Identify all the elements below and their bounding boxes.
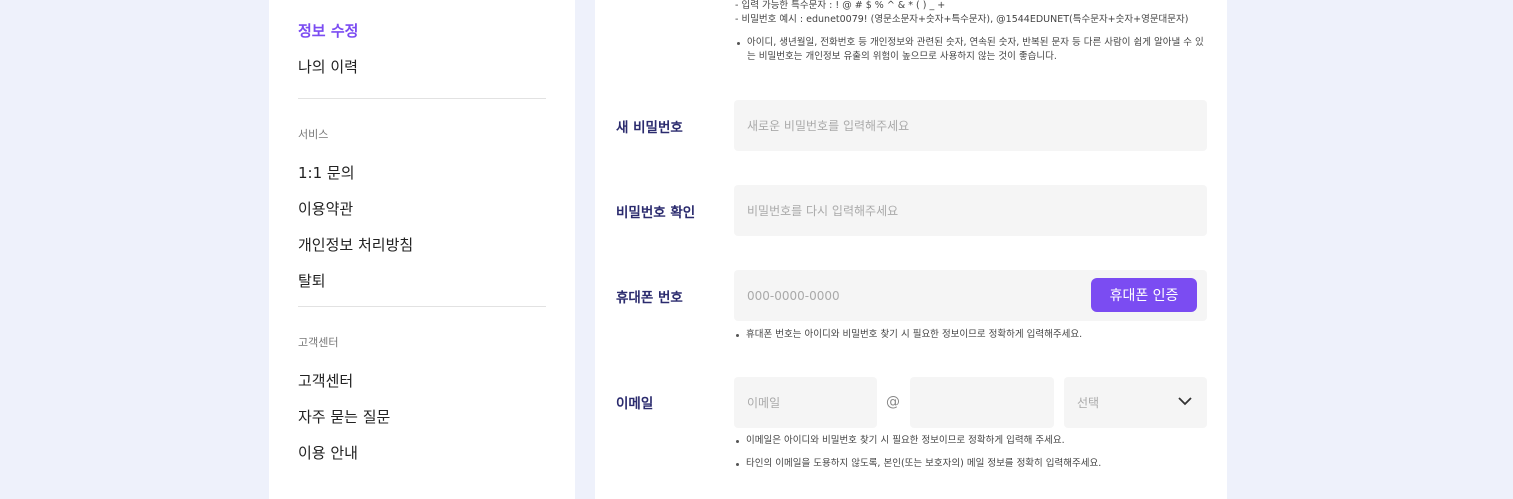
email-select-label: 선택: [1077, 396, 1100, 410]
divider: [298, 98, 546, 99]
password-rules: - 입력 가능한 특수문자 : ! @ # $ % ^ & * ( ) _ + …: [735, 0, 1215, 64]
new-password-input[interactable]: 새로운 비밀번호를 입력해주세요: [734, 100, 1207, 151]
new-password-label: 새 비밀번호: [616, 120, 683, 136]
support-menu: 고객센터 고객센터 자주 묻는 질문 이용 안내: [298, 333, 546, 471]
at-sign: @: [886, 394, 900, 410]
email-domain-input[interactable]: [910, 377, 1054, 428]
special-chars-rule: - 입력 가능한 특수문자 : ! @ # $ % ^ & * ( ) _ +: [735, 0, 946, 11]
sidebar-item-support[interactable]: 고객센터: [298, 363, 546, 399]
email-label: 이메일: [616, 396, 654, 412]
phone-label: 휴대폰 번호: [616, 290, 683, 306]
new-password-placeholder: 새로운 비밀번호를 입력해주세요: [747, 119, 910, 133]
section-title-support: 고객센터: [298, 336, 339, 349]
confirm-password-placeholder: 비밀번호를 다시 입력해주세요: [747, 204, 899, 218]
password-example: - 비밀번호 예시 : edunet0079! (영문소문자+숫자+특수문자),…: [735, 14, 1189, 25]
email-note-1: 이메일은 아이디와 비밀번호 찾기 시 필요한 정보이므로 정확하게 입력해 주…: [734, 434, 1214, 448]
divider: [298, 306, 546, 307]
sidebar-item-terms[interactable]: 이용약관: [298, 191, 546, 227]
sidebar-item-guide[interactable]: 이용 안내: [298, 435, 546, 471]
email-note-2: 타인의 이메일을 도용하지 않도록, 본인(또는 보호자의) 메일 정보를 정확…: [734, 457, 1214, 471]
phone-note: 휴대폰 번호는 아이디와 비밀번호 찾기 시 필요한 정보이므로 정확하게 입력…: [734, 328, 1214, 342]
sidebar-item-withdraw[interactable]: 탈퇴: [298, 263, 546, 299]
sidebar-item-history[interactable]: 나의 이력: [298, 49, 546, 85]
chevron-down-icon: [1178, 397, 1192, 406]
sidebar-item-privacy[interactable]: 개인정보 처리방침: [298, 227, 546, 263]
edit-info-form: - 입력 가능한 특수문자 : ! @ # $ % ^ & * ( ) _ + …: [595, 0, 1227, 499]
sidebar-item-inquiry[interactable]: 1:1 문의: [298, 155, 546, 191]
sidebar-item-edit-info[interactable]: 정보 수정: [298, 13, 546, 49]
phone-placeholder: 000-0000-0000: [747, 288, 840, 303]
password-warning: 아이디, 생년월일, 전화번호 등 개인정보와 관련된 숫자, 연속된 숫자, …: [735, 36, 1205, 64]
email-domain-select[interactable]: 선택: [1064, 377, 1207, 428]
service-menu: 서비스 1:1 문의 이용약관 개인정보 처리방침 탈퇴: [298, 125, 546, 299]
email-local-placeholder: 이메일: [747, 396, 781, 410]
phone-input[interactable]: 000-0000-0000 휴대폰 인증: [734, 270, 1207, 321]
confirm-password-input[interactable]: 비밀번호를 다시 입력해주세요: [734, 185, 1207, 236]
sidebar: 정보 수정 나의 이력 서비스 1:1 문의 이용약관 개인정보 처리방침 탈퇴…: [269, 0, 575, 499]
confirm-password-label: 비밀번호 확인: [616, 205, 696, 221]
sidebar-item-faq[interactable]: 자주 묻는 질문: [298, 399, 546, 435]
section-title-service: 서비스: [298, 128, 329, 141]
email-local-input[interactable]: 이메일: [734, 377, 877, 428]
account-menu: 정보 수정 나의 이력: [298, 13, 546, 85]
phone-verify-button[interactable]: 휴대폰 인증: [1091, 278, 1197, 312]
